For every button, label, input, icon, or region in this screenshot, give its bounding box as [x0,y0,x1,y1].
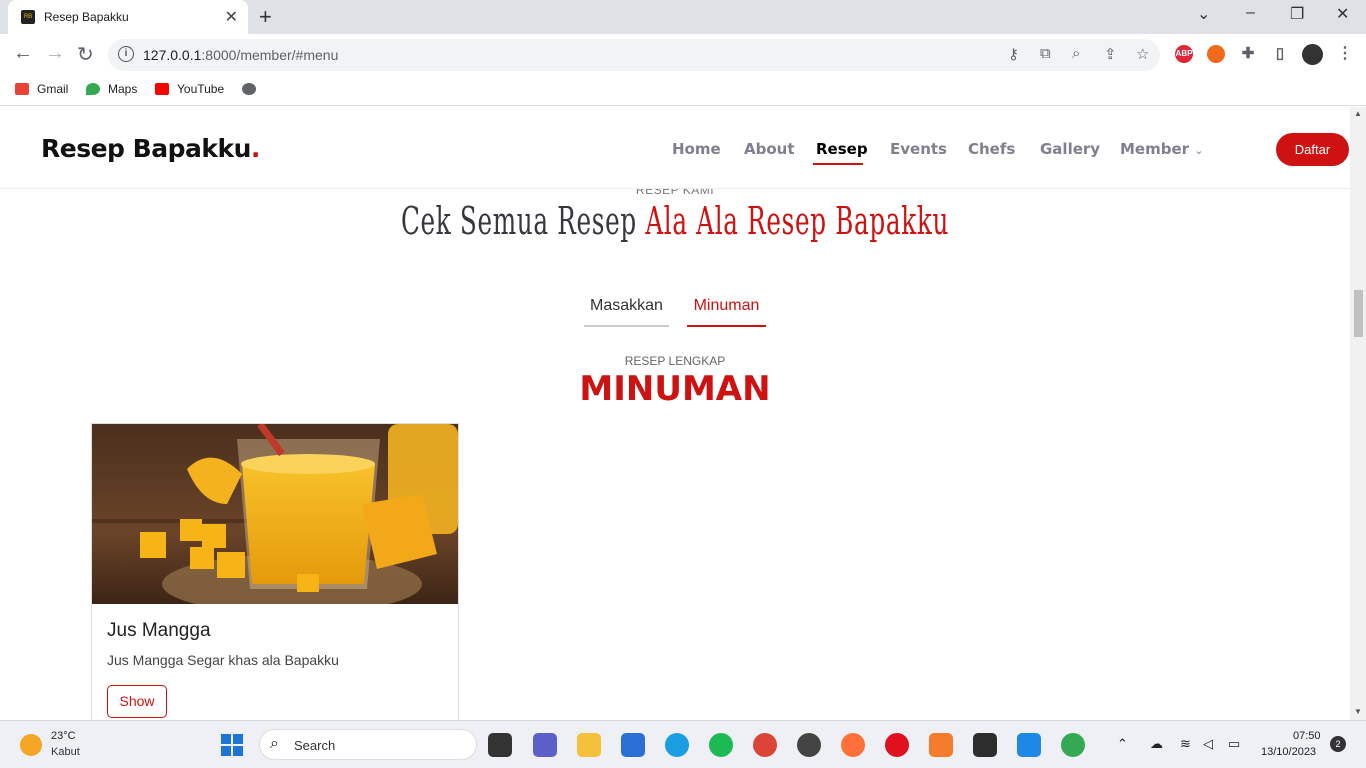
tab-minuman[interactable]: Minuman [687,297,766,327]
tab-search-icon[interactable]: ⌄ [1197,4,1210,24]
browser-tab[interactable]: RB Resep Bapakku ✕ [8,0,248,34]
clock-date[interactable]: 13/10/2023 [1261,746,1316,758]
weather-icon[interactable] [20,734,42,756]
section-title: Cek Semua Resep Ala Ala Resep Bapakku [400,199,950,243]
bookmark-globe[interactable] [242,82,264,96]
onedrive-icon[interactable]: ☁ [1150,736,1163,752]
close-tab-icon[interactable]: ✕ [225,7,238,27]
new-tab-icon[interactable]: + [259,4,272,30]
site-info-icon[interactable]: i [118,46,134,62]
weather-condition[interactable]: Kabut [51,746,80,758]
url-text[interactable]: 127.0.0.1:8000/member/#menu [143,47,338,63]
forward-icon[interactable]: → [45,42,65,65]
bookmark-maps[interactable]: Maps [86,82,137,96]
taskbar-search[interactable]: ⌕ Search [259,729,477,760]
extension-icon[interactable] [1207,45,1225,63]
wifi-icon[interactable]: ≋ [1180,736,1191,752]
section-subheading: RESEP LENGKAP [624,354,726,368]
whatsapp-icon[interactable] [797,733,821,757]
recipe-description: Jus Mangga Segar khas ala Bapakku [107,652,339,668]
close-window-icon[interactable]: ✕ [1336,4,1349,24]
spotify-icon[interactable] [709,733,733,757]
weather-temperature[interactable]: 23°C [51,730,76,742]
opera-icon[interactable] [885,733,909,757]
nav-chefs[interactable]: Chefs [968,140,1015,158]
nav-active-underline [813,163,863,165]
recipe-title: Jus Mangga [107,620,211,641]
tab-title: Resep Bapakku [44,10,129,24]
maps-icon [86,83,100,95]
chrome-active-icon[interactable] [1061,733,1085,757]
reload-icon[interactable]: ↻ [77,42,94,67]
back-icon[interactable]: ← [13,42,33,65]
side-panel-icon[interactable]: ▯ [1271,45,1289,63]
teams-icon[interactable] [533,733,557,757]
avatar[interactable] [1302,44,1323,65]
battery-icon[interactable]: ▭ [1228,736,1240,752]
bookmark-star-icon[interactable]: ☆ [1136,45,1149,63]
xampp-icon[interactable] [929,733,953,757]
file-explorer-icon[interactable] [577,733,601,757]
clock-time[interactable]: 07:50 [1293,730,1321,742]
site-logo[interactable]: Resep Bapakku. [41,134,260,163]
restore-icon[interactable]: ❐ [1290,4,1304,24]
bookmark-youtube[interactable]: YouTube [155,82,224,96]
volume-icon[interactable]: ◁ [1203,736,1213,752]
edge-icon[interactable] [665,733,689,757]
windows-start-icon[interactable] [221,734,243,756]
browser-tab-bar: RB Resep Bapakku ✕ + ⌄ – ❐ ✕ [0,0,1366,34]
zoom-icon[interactable]: ⌕ [1072,45,1080,62]
daftar-button[interactable]: Daftar [1276,133,1349,166]
address-bar[interactable]: i 127.0.0.1:8000/member/#menu ⚷ ⧉ ⌕ ⇪ ☆ [108,39,1160,71]
windows-taskbar: 23°C Kabut ⌕ Search ⌃ ☁ ≋ ◁ ▭ 07:50 13/1… [0,720,1366,768]
chrome-icon[interactable] [753,733,777,757]
nav-gallery[interactable]: Gallery [1040,140,1100,158]
nav-events[interactable]: Events [890,140,947,158]
tray-overflow-icon[interactable]: ⌃ [1117,736,1128,752]
bookmark-gmail[interactable]: Gmail [15,82,68,96]
nav-home[interactable]: Home [672,140,721,158]
nav-about[interactable]: About [744,140,795,158]
gmail-icon [15,83,29,95]
mango-juice-image [92,424,458,604]
notification-badge[interactable]: 2 [1330,736,1346,752]
share-icon[interactable]: ⇪ [1104,45,1117,63]
vscode-icon[interactable] [1017,733,1041,757]
scroll-up-icon[interactable]: ▲ [1354,109,1362,118]
recipe-card: Jus Mangga Jus Mangga Segar khas ala Bap… [91,423,459,720]
store-icon[interactable] [621,733,645,757]
bookmarks-bar: Gmail Maps YouTube [0,76,1366,106]
open-external-icon[interactable]: ⧉ [1040,45,1051,62]
globe-icon [242,83,256,95]
scrollbar-thumb[interactable] [1354,290,1363,337]
terminal-icon[interactable] [973,733,997,757]
browser-toolbar: ← → ↻ i 127.0.0.1:8000/member/#menu ⚷ ⧉ … [0,34,1366,76]
adblock-icon[interactable]: ABP [1175,45,1193,63]
scroll-down-icon[interactable]: ▼ [1354,707,1362,716]
firefox-icon[interactable] [841,733,865,757]
chevron-down-icon: ⌄ [1194,144,1204,157]
search-icon: ⌕ [270,735,279,752]
show-button[interactable]: Show [107,685,167,718]
menu-kebab-icon[interactable]: ⋮ [1336,45,1354,63]
puzzle-icon[interactable]: ✚ [1239,45,1257,63]
category-title: MINUMAN [579,369,771,409]
nav-member[interactable]: Member ⌄ [1120,140,1204,158]
youtube-icon [155,83,169,95]
page-scrollbar[interactable]: ▲ ▼ [1350,107,1366,720]
taskbar-search-label: Search [294,738,336,753]
site-header: Resep Bapakku. Home About Resep Events C… [0,107,1350,189]
page-viewport: Resep Bapakku. Home About Resep Events C… [0,107,1366,720]
minimize-icon[interactable]: – [1246,4,1255,22]
favicon-icon: RB [21,10,35,24]
task-view-icon[interactable] [488,733,512,757]
tab-masakkan[interactable]: Masakkan [584,297,669,327]
nav-resep[interactable]: Resep [816,140,868,158]
key-icon[interactable]: ⚷ [1008,45,1019,63]
